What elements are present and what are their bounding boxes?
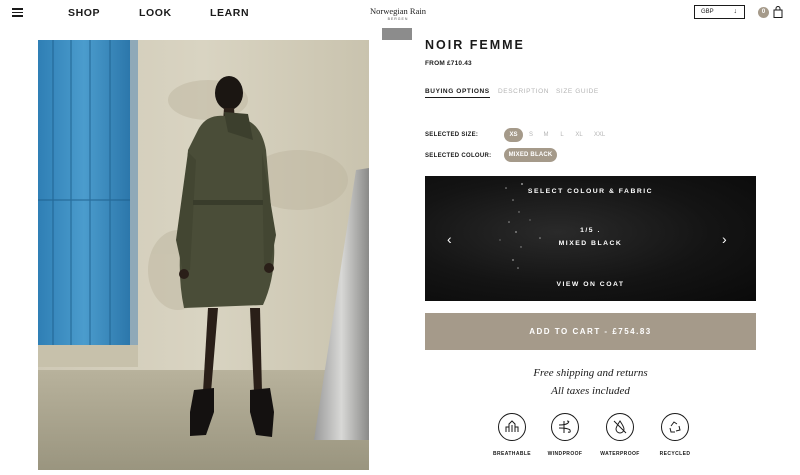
size-option-xs[interactable]: XS [504,128,523,142]
tab-size-guide[interactable]: SIZE GUIDE [556,88,599,95]
site-header: SHOP LOOK LEARN Norwegian Rain BERGEN GB… [0,0,800,26]
currency-select[interactable]: GBP ↓ [694,5,745,19]
nav-shop[interactable]: SHOP [68,7,100,19]
currency-value: GBP [701,9,714,15]
chevron-right-icon[interactable]: › [722,231,727,247]
taxes-info: All taxes included [551,385,630,397]
feature-breathable: BREATHABLE [490,413,534,457]
product-price: FROM £710.43 [425,60,472,67]
windproof-icon [551,413,579,441]
feature-label-windproof: WINDPROOF [547,451,583,457]
nav-learn[interactable]: LEARN [210,7,249,19]
product-title: NOIR FEMME [425,38,525,52]
size-option-s[interactable]: S [526,128,536,142]
feature-windproof: WINDPROOF [543,413,587,457]
fabric-carousel: SELECT COLOUR & FABRIC 1/5 . MIXED BLACK… [425,176,756,301]
hamburger-menu-icon[interactable] [12,8,23,17]
shipping-info: Free shipping and returns [533,367,648,379]
barcode-icon [382,28,412,40]
product-photo[interactable] [38,40,369,470]
waterproof-icon [606,413,634,441]
feature-label-recycled: RECYCLED [659,451,691,457]
tab-description[interactable]: DESCRIPTION [498,88,549,95]
shopping-bag-icon[interactable] [773,6,783,18]
selected-colour-label: SELECTED COLOUR: [425,153,492,159]
brand-logo[interactable]: Norwegian Rain BERGEN [366,6,430,21]
size-option-l[interactable]: L [557,128,567,142]
arrow-down-icon: ↓ [733,8,738,15]
size-option-xxl[interactable]: XXL [591,128,608,142]
size-option-m[interactable]: M [541,128,551,142]
selected-size-label: SELECTED SIZE: [425,132,479,138]
breathable-icon [498,413,526,441]
nav-look[interactable]: LOOK [139,7,172,19]
tab-buying-options[interactable]: BUYING OPTIONS [425,88,490,98]
colour-option-selected[interactable]: MIXED BLACK [504,148,557,162]
fabric-counter: 1/5 . [580,227,601,234]
cart-count-badge[interactable]: 0 [758,7,769,18]
brand-subtitle: BERGEN [387,17,409,21]
fabric-colour-name: MIXED BLACK [558,240,623,247]
feature-label-waterproof: WATERPROOF [600,451,640,457]
chevron-left-icon[interactable]: ‹ [447,231,452,247]
recycled-icon [661,413,689,441]
view-on-coat-link[interactable]: VIEW ON COAT [425,281,756,288]
feature-recycled: RECYCLED [653,413,697,457]
feature-label-breathable: BREATHABLE [492,451,532,457]
add-to-cart-button[interactable]: ADD TO CART - £754.83 [425,313,756,350]
feature-waterproof: WATERPROOF [598,413,642,457]
size-option-xl[interactable]: XL [572,128,586,142]
brand-name: Norwegian Rain [370,6,426,16]
fabric-panel-title: SELECT COLOUR & FABRIC [527,188,654,195]
